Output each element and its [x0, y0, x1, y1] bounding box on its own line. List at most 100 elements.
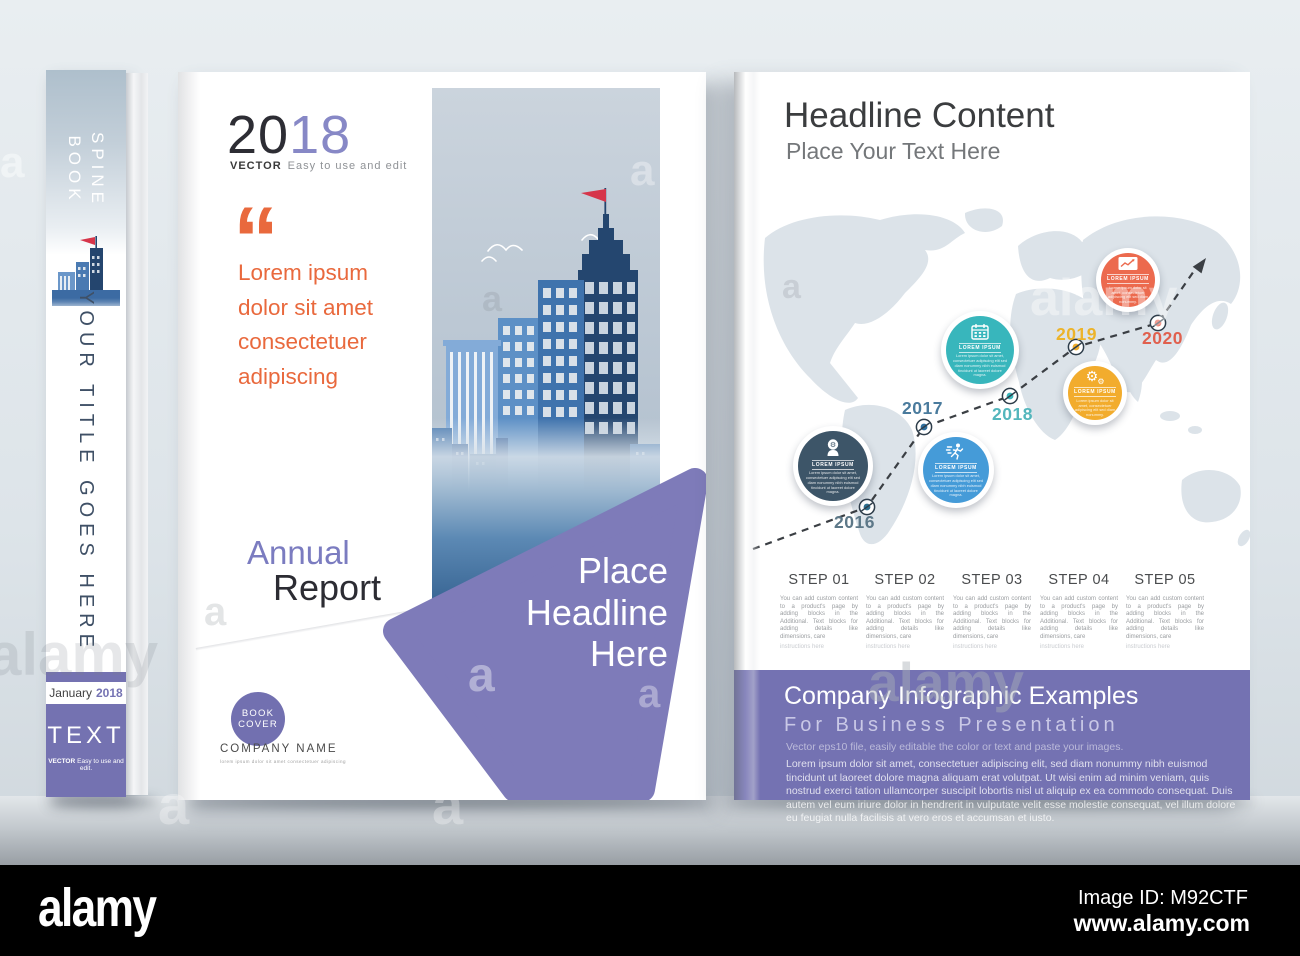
cover-book: 2018 VECTOR Easy to use and edit “ Lorem …: [178, 72, 706, 800]
quote-line: Lorem ipsum: [238, 260, 369, 285]
alamy-watermark-bar: alamy Image ID: M92CTF www.alamy.com: [0, 865, 1300, 956]
milestone-body: Lorem ipsum dolor sit amet, consectetuer…: [1107, 284, 1149, 304]
step-body: You can add custom content to a product'…: [1126, 596, 1204, 640]
step-03: STEP 03 You can add custom content to a …: [953, 572, 1031, 650]
head-gear-icon: ⚙: [827, 439, 839, 456]
a-watermark: a: [0, 138, 25, 187]
svg-text:⚙: ⚙: [830, 441, 836, 449]
quote-line: dolor sit amet: [238, 294, 374, 320]
step-05: STEP 05 You can add custom content to a …: [1126, 572, 1204, 650]
quote-line: consectetuer: [238, 329, 367, 354]
cover-vector-rest: Easy to use and edit: [287, 160, 408, 172]
step-title: STEP 05: [1134, 572, 1196, 588]
marker-2017: [915, 418, 933, 436]
spine-date: January 2018: [46, 682, 126, 704]
cover-title-report: Report: [273, 567, 382, 608]
marker-2018: [1001, 387, 1019, 405]
cover-year: 2018: [227, 108, 351, 162]
quote-line: adipiscing: [238, 363, 339, 389]
step-title: STEP 01: [788, 572, 850, 588]
spine-vector-rest: Easy to use and edit.: [77, 758, 124, 772]
inner-page-spine-shading: [734, 72, 760, 800]
step-footnote: instructions here: [866, 643, 911, 650]
step-body: You can add custom content to a product'…: [953, 596, 1031, 640]
calendar-icon: [971, 323, 989, 340]
milestone-label: LOREM IPSUM: [959, 342, 1001, 353]
step-body: You can add custom content to a product'…: [866, 596, 944, 640]
year-20: 20: [227, 105, 290, 165]
headline-triangle: [383, 468, 706, 800]
cover-vector-note: VECTOR Easy to use and edit: [230, 160, 407, 172]
step-footnote: instructions here: [1040, 643, 1085, 650]
headline-line: Place: [577, 550, 668, 591]
step-body: You can add custom content to a product'…: [780, 596, 858, 640]
company-name: COMPANY NAME: [220, 743, 338, 755]
milestone-2020-orange: LOREM IPSUM Lorem ipsum dolor sit amet, …: [1096, 248, 1160, 312]
milestone-label: LOREM IPSUM: [812, 459, 854, 470]
headline-line: Here: [589, 633, 668, 674]
footer-subtitle: For Business Presentation: [784, 714, 1119, 736]
cover-quote: Lorem ipsum dolor sit amet consectetuer …: [238, 256, 373, 394]
milestone-label: LOREM IPSUM: [1074, 387, 1116, 398]
spine-vector-bold: VECTOR: [48, 758, 76, 765]
spine-front: SPINE BOOK YOUR TITLE GOES HERE January …: [46, 70, 126, 797]
step-body: You can add custom content to a product'…: [1040, 596, 1118, 640]
spine-page-edge: [126, 73, 148, 795]
milestone-2019-teal: LOREM IPSUM Lorem ipsum dolor sit amet, …: [941, 311, 1019, 389]
badge-line: BOOK: [241, 707, 275, 719]
svg-text:⚙: ⚙: [1086, 368, 1099, 384]
step-title: STEP 04: [1048, 572, 1110, 588]
milestone-2019-yellow: ⚙ ⚙ LOREM IPSUM Lorem ipsum dolor sit am…: [1063, 361, 1127, 425]
spine-purple-block: January 2018 TEXT VECTOR Easy to use and …: [46, 672, 126, 797]
footer-note: Vector eps10 file, easily editable the c…: [786, 741, 1124, 753]
cover-headline: Place Headline Here: [430, 550, 668, 675]
step-footnote: instructions here: [1126, 643, 1171, 650]
spine-date-month: January: [49, 686, 92, 700]
milestone-body: Lorem ipsum dolor sit amet, consectetuer…: [952, 353, 1008, 378]
company-tagline: lorem ipsum dolor sit amet consectetuer …: [220, 759, 347, 764]
badge-line: COVER: [238, 719, 278, 730]
arrowhead-icon: [1192, 258, 1206, 274]
milestone-2016: ⚙ LOREM IPSUM Lorem ipsum dolor sit amet…: [793, 426, 873, 506]
milestone-body: Lorem ipsum dolor sit amet, consectetuer…: [928, 473, 984, 498]
milestone-body: Lorem ipsum dolor sit amet, consectetuer…: [1074, 397, 1116, 417]
year-label-2020: 2020: [1142, 328, 1183, 348]
milestone-2017-blue: LOREM IPSUM Lorem ipsum dolor sit amet, …: [918, 432, 994, 508]
alamy-url: www.alamy.com: [1073, 910, 1250, 936]
step-title: STEP 02: [874, 572, 936, 588]
milestone-label: LOREM IPSUM: [935, 462, 977, 473]
spine-date-year: 2018: [96, 686, 123, 700]
spine-title: YOUR TITLE GOES HERE: [75, 291, 98, 653]
headline-line: Headline: [525, 591, 668, 633]
step-footnote: instructions here: [780, 643, 825, 650]
step-01: STEP 01 You can add custom content to a …: [780, 572, 858, 650]
image-id: Image ID: M92CTF: [1077, 887, 1248, 909]
gears-icon: ⚙ ⚙: [1086, 368, 1105, 386]
spine-brand-line1: SPINE: [88, 131, 107, 209]
milestone-label: LOREM IPSUM: [1107, 274, 1149, 285]
inner-page: Headline Content Place Your Text Here 20…: [734, 72, 1250, 824]
svg-text:⚙: ⚙: [1097, 377, 1104, 386]
year-label-2016: 2016: [834, 512, 875, 532]
step-02: STEP 02 You can add custom content to a …: [866, 572, 944, 650]
step-footnote: instructions here: [953, 643, 998, 650]
step-04: STEP 04 You can add custom content to a …: [1040, 572, 1118, 650]
book-cover-badge: BOOK COVER: [231, 692, 285, 746]
spine-text-label: TEXT: [47, 722, 125, 749]
year-label-2017: 2017: [902, 398, 943, 418]
spine-brand-label: SPINE BOOK: [46, 90, 126, 250]
footer-body: Lorem ipsum dolor sit amet, consectetuer…: [786, 758, 1236, 824]
footer-title: Company Infographic Examples: [784, 682, 1139, 710]
spine-brand-line2: BOOK: [65, 135, 84, 205]
alamy-logo: alamy: [38, 878, 157, 938]
step-title: STEP 03: [961, 572, 1023, 588]
year-label-2019: 2019: [1056, 324, 1097, 344]
spine-vector-note: VECTOR Easy to use and edit.: [46, 758, 126, 772]
stock-photo-canvas: SPINE BOOK YOUR TITLE GOES HERE January …: [0, 0, 1300, 956]
cover-vector-bold: VECTOR: [230, 160, 282, 172]
year-label-2018: 2018: [992, 404, 1033, 424]
milestone-body: Lorem ipsum dolor sit amet, consectetuer…: [805, 470, 861, 495]
year-18: 18: [289, 105, 352, 165]
chart-icon: [1118, 257, 1138, 271]
page-footer: Company Infographic Examples For Busines…: [734, 670, 1250, 824]
